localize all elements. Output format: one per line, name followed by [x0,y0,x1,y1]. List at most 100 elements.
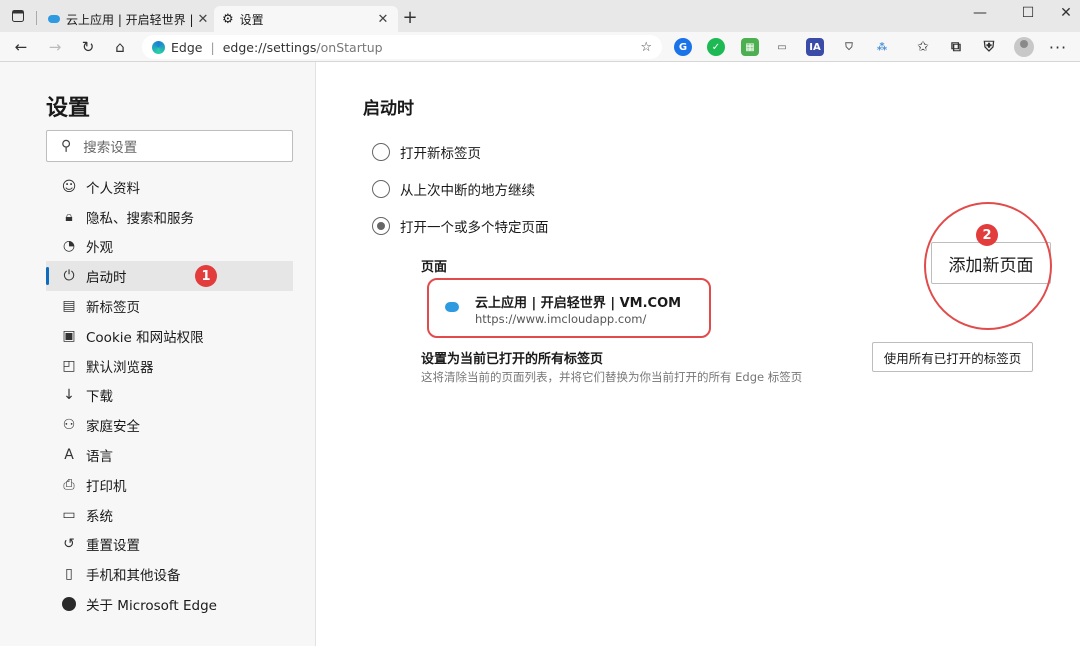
profile-avatar[interactable] [1014,37,1034,57]
add-new-page-button[interactable]: 添加新页面 [931,242,1051,284]
sidebar-item-label: 重置设置 [86,538,140,555]
sidebar-item-privacy[interactable]: 🔒︎ 隐私、搜索和服务 [46,202,293,232]
home-icon[interactable]: ⌂ [107,35,133,59]
sidebar-item-label: 打印机 [86,478,127,495]
download-icon: ↓ [63,387,75,404]
sidebar-item-cookies[interactable]: ▣ Cookie 和网站权限 [46,321,293,351]
extension-blue-icon[interactable]: G [674,38,692,56]
edge-logo-icon [152,40,165,54]
sidebar-item-label: 家庭安全 [86,419,140,436]
radio-circle[interactable] [372,180,390,198]
annotation-badge-1: 1 [195,265,217,288]
laptop-icon: ▭ [62,506,76,523]
tab-label: 设置 [239,12,264,27]
radio-circle[interactable] [372,217,390,235]
tab-label: 云上应用 | 开启轻世界 | VM.COM [66,12,196,27]
sidebar-item-profile[interactable]: ☺ 个人资料 [46,172,293,202]
window-close-icon[interactable]: ✕ [1046,0,1080,26]
address-url-path: /onStartup [316,39,383,55]
refresh-icon[interactable]: ↻ [75,35,101,59]
sidebar-item-label: Cookie 和网站权限 [86,329,204,346]
printer-icon: ⎙ [63,476,75,493]
maximize-icon[interactable]: ☐ [1008,0,1048,26]
sidebar-item-label: 下载 [86,389,113,406]
browser-icon: ◰ [62,357,76,374]
sidebar-item-about[interactable]: 关于 Microsoft Edge [46,589,293,619]
sidebar-item-family[interactable]: ⚇ 家庭安全 [46,410,293,440]
sidebar-item-system[interactable]: ▭ 系统 [46,500,293,530]
extension-green-check-icon[interactable]: ✓ [707,38,725,56]
sidebar-item-phone[interactable]: ▯ 手机和其他设备 [46,559,293,589]
sidebar-item-default-browser[interactable]: ◰ 默认浏览器 [46,351,293,381]
radio-continue-where-left[interactable]: 从上次中断的地方继续 [372,179,535,199]
extension-ia-icon[interactable]: IA [806,38,824,56]
more-menu-icon[interactable]: ··· [1046,35,1070,59]
close-icon[interactable]: ✕ [376,12,390,27]
use-open-tabs-title: 设置为当前已打开的所有标签页 [421,352,604,367]
browser-essentials-icon[interactable]: ⛨ [980,38,998,56]
page-entry-title: 云上应用 | 开启轻世界 | VM.COM [475,296,682,311]
startup-settings-panel: 启动时 打开新标签页 从上次中断的地方继续 打开一个或多个特定页面 页面 添加新… [317,62,1080,646]
radio-label: 打开新标签页 [400,146,481,162]
page-title: 启动时 [363,99,414,119]
power-icon: ⏻ [63,268,75,285]
collections-icon[interactable]: ⧉ [947,38,965,56]
edge-logo-icon [60,596,78,612]
sidebar-item-appearance[interactable]: ◔ 外观 [46,232,293,262]
sidebar-item-label: 关于 Microsoft Edge [86,598,217,615]
new-tab-button[interactable]: + [400,6,420,28]
favorites-icon[interactable]: ✩ [914,38,932,56]
use-open-tabs-description: 这将清除当前的页面列表，并将它们替换为你当前打开的所有 Edge 标签页 [421,370,803,384]
address-divider: | [210,39,215,55]
sidebar-item-printers[interactable]: ⎙ 打印机 [46,470,293,500]
language-icon: A [64,447,74,464]
sidebar-item-downloads[interactable]: ↓ 下载 [46,381,293,411]
settings-title: 设置 [46,96,91,121]
radio-label: 从上次中断的地方继续 [400,183,535,199]
address-bar[interactable]: Edge | edge://settings/onStartup ☆ [142,35,662,59]
radio-circle[interactable] [372,143,390,161]
tab-settings[interactable]: ⚙ 设置 ✕ [214,6,398,32]
forward-arrow-icon[interactable]: → [42,35,68,59]
new-tab-icon: ▤ [62,298,76,315]
phone-icon: ▯ [65,566,73,583]
extension-reader-icon[interactable]: ▭ [773,38,791,56]
title-bar: 云上应用 | 开启轻世界 | VM.COM ✕ ⚙ 设置 ✕ + — ☐ ✕ [0,0,1080,32]
sidebar-item-label: 隐私、搜索和服务 [86,210,194,227]
settings-sidebar: 设置 ⚲ 搜索设置 ☺ 个人资料 🔒︎ 隐私、搜索和服务 ◔ 外观 ⏻ 启动时 … [0,62,316,646]
sidebar-item-new-tab[interactable]: ▤ 新标签页 [46,291,293,321]
close-icon[interactable]: ✕ [196,12,210,27]
cloud-favicon-icon [48,15,60,23]
reset-icon: ↺ [63,536,75,553]
use-all-open-tabs-button[interactable]: 使用所有已打开的标签页 [872,342,1033,372]
address-brand: Edge [171,39,203,55]
browser-toolbar: ← → ↻ ⌂ Edge | edge://settings/onStartup… [0,32,1080,62]
page-entry-url: https://www.imcloudapp.com/ [475,312,647,326]
startup-page-entry[interactable]: 云上应用 | 开启轻世界 | VM.COM https://www.imclou… [427,278,711,338]
add-favorite-icon[interactable]: ☆ [640,40,652,55]
lock-icon: 🔒︎ [65,208,73,225]
gear-icon: ⚙ [222,11,234,27]
sidebar-item-on-startup[interactable]: ⏻ 启动时 1 [46,261,293,292]
tab-cloudapp[interactable]: 云上应用 | 开启轻世界 | VM.COM ✕ [40,6,218,32]
sidebar-item-languages[interactable]: A 语言 [46,440,293,470]
tab-actions-icon[interactable] [6,0,30,32]
sidebar-item-reset[interactable]: ↺ 重置设置 [46,530,293,560]
sidebar-item-label: 系统 [86,508,113,525]
sidebar-item-label: 新标签页 [86,300,140,317]
extension-grid-icon[interactable]: ▦ [741,38,759,56]
extension-translate-icon[interactable]: ⁂ [873,38,891,56]
palette-icon: ◔ [62,238,76,255]
family-icon: ⚇ [62,417,76,434]
radio-open-specific-pages[interactable]: 打开一个或多个特定页面 [372,216,549,236]
extension-shield-icon[interactable]: ⛉ [840,38,858,56]
radio-open-new-tab[interactable]: 打开新标签页 [372,142,481,162]
tab-separator [36,11,37,25]
search-input[interactable]: ⚲ 搜索设置 [46,130,293,162]
sidebar-item-label: 启动时 [86,270,127,287]
profile-icon: ☺ [61,178,77,195]
sidebar-item-label: 语言 [86,449,113,466]
back-arrow-icon[interactable]: ← [8,35,34,59]
sidebar-item-label: 外观 [86,240,113,257]
minimize-icon[interactable]: — [960,0,1000,26]
